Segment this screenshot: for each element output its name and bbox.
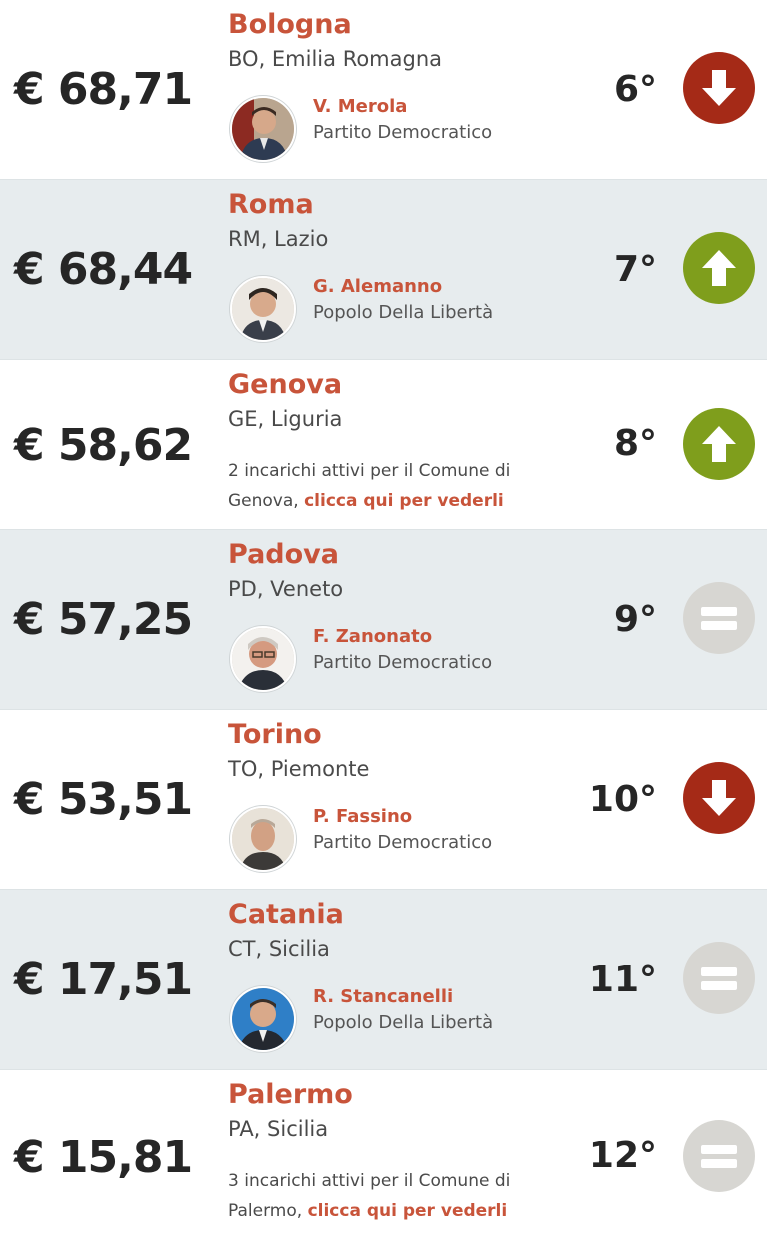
arrow-up-icon	[683, 232, 755, 304]
ranking-row[interactable]: € 57,25 Padova PD, Veneto F. Zanonato Pa…	[0, 530, 767, 710]
city-region: CT, Sicilia	[228, 937, 330, 961]
ranking-row[interactable]: € 53,51 Torino TO, Piemonte P. Fassino P…	[0, 710, 767, 890]
city-region: TO, Piemonte	[228, 757, 370, 781]
rank-value: 9°	[613, 599, 657, 640]
city-ranking-list: € 68,71 Bologna BO, Emilia Romagna V. Me…	[0, 0, 767, 1239]
mayor-name[interactable]: P. Fassino	[313, 806, 412, 827]
assignments-note: 2 incarichi attivi per il Comune di Geno…	[228, 456, 558, 516]
ranking-row[interactable]: € 68,44 Roma RM, Lazio G. Alemanno Popol…	[0, 180, 767, 360]
equals-icon	[683, 1120, 755, 1192]
city-name[interactable]: Roma	[228, 190, 314, 220]
mayor-name[interactable]: G. Alemanno	[313, 276, 442, 297]
mayor-name[interactable]: V. Merola	[313, 96, 407, 117]
arrow-down-icon	[683, 762, 755, 834]
mayor-photo	[232, 98, 294, 160]
amount-value: € 58,62	[14, 420, 193, 471]
city-region: PA, Sicilia	[228, 1117, 329, 1141]
mayor-photo	[232, 808, 294, 870]
amount-value: € 68,44	[14, 244, 193, 295]
ranking-row[interactable]: € 68,71 Bologna BO, Emilia Romagna V. Me…	[0, 0, 767, 180]
equals-icon	[683, 942, 755, 1014]
mayor-party: Popolo Della Libertà	[313, 1012, 494, 1033]
rank-value: 8°	[613, 423, 657, 464]
assignments-note: 3 incarichi attivi per il Comune di Pale…	[228, 1166, 558, 1226]
amount-value: € 57,25	[14, 594, 193, 645]
city-name[interactable]: Bologna	[228, 10, 352, 40]
city-name[interactable]: Torino	[228, 720, 322, 750]
mayor-avatar[interactable]	[230, 806, 296, 872]
amount-value: € 68,71	[14, 64, 193, 115]
arrow-up-icon	[683, 408, 755, 480]
rank-value: 12°	[588, 1135, 657, 1176]
city-name[interactable]: Padova	[228, 540, 339, 570]
city-name[interactable]: Palermo	[228, 1080, 353, 1110]
amount-value: € 15,81	[14, 1132, 193, 1183]
mayor-party: Popolo Della Libertà	[313, 302, 494, 323]
rank-value: 6°	[613, 69, 657, 110]
mayor-name[interactable]: R. Stancanelli	[313, 986, 453, 1007]
mayor-party: Partito Democratico	[313, 652, 493, 673]
amount-value: € 53,51	[14, 774, 193, 825]
city-name[interactable]: Genova	[228, 370, 342, 400]
ranking-row[interactable]: € 17,51 Catania CT, Sicilia R. Stancanel…	[0, 890, 767, 1070]
mayor-avatar[interactable]	[230, 986, 296, 1052]
mayor-avatar[interactable]	[230, 626, 296, 692]
city-region: PD, Veneto	[228, 577, 344, 601]
arrow-down-icon	[683, 52, 755, 124]
equals-icon	[683, 582, 755, 654]
mayor-photo	[232, 278, 294, 340]
rank-value: 7°	[613, 249, 657, 290]
mayor-name[interactable]: F. Zanonato	[313, 626, 432, 647]
city-region: RM, Lazio	[228, 227, 329, 251]
mayor-avatar[interactable]	[230, 276, 296, 342]
ranking-row[interactable]: € 58,62 Genova GE, Liguria 2 incarichi a…	[0, 360, 767, 530]
view-assignments-link[interactable]: clicca qui per vederli	[308, 1201, 508, 1221]
rank-value: 11°	[588, 959, 657, 1000]
mayor-party: Partito Democratico	[313, 832, 493, 853]
ranking-row[interactable]: € 15,81 Palermo PA, Sicilia 3 incarichi …	[0, 1070, 767, 1239]
mayor-photo	[232, 628, 294, 690]
amount-value: € 17,51	[14, 954, 193, 1005]
mayor-party: Partito Democratico	[313, 122, 493, 143]
city-region: GE, Liguria	[228, 407, 343, 431]
rank-value: 10°	[588, 779, 657, 820]
city-name[interactable]: Catania	[228, 900, 344, 930]
mayor-photo	[232, 988, 294, 1050]
city-region: BO, Emilia Romagna	[228, 47, 443, 71]
mayor-avatar[interactable]	[230, 96, 296, 162]
view-assignments-link[interactable]: clicca qui per vederli	[304, 491, 504, 511]
